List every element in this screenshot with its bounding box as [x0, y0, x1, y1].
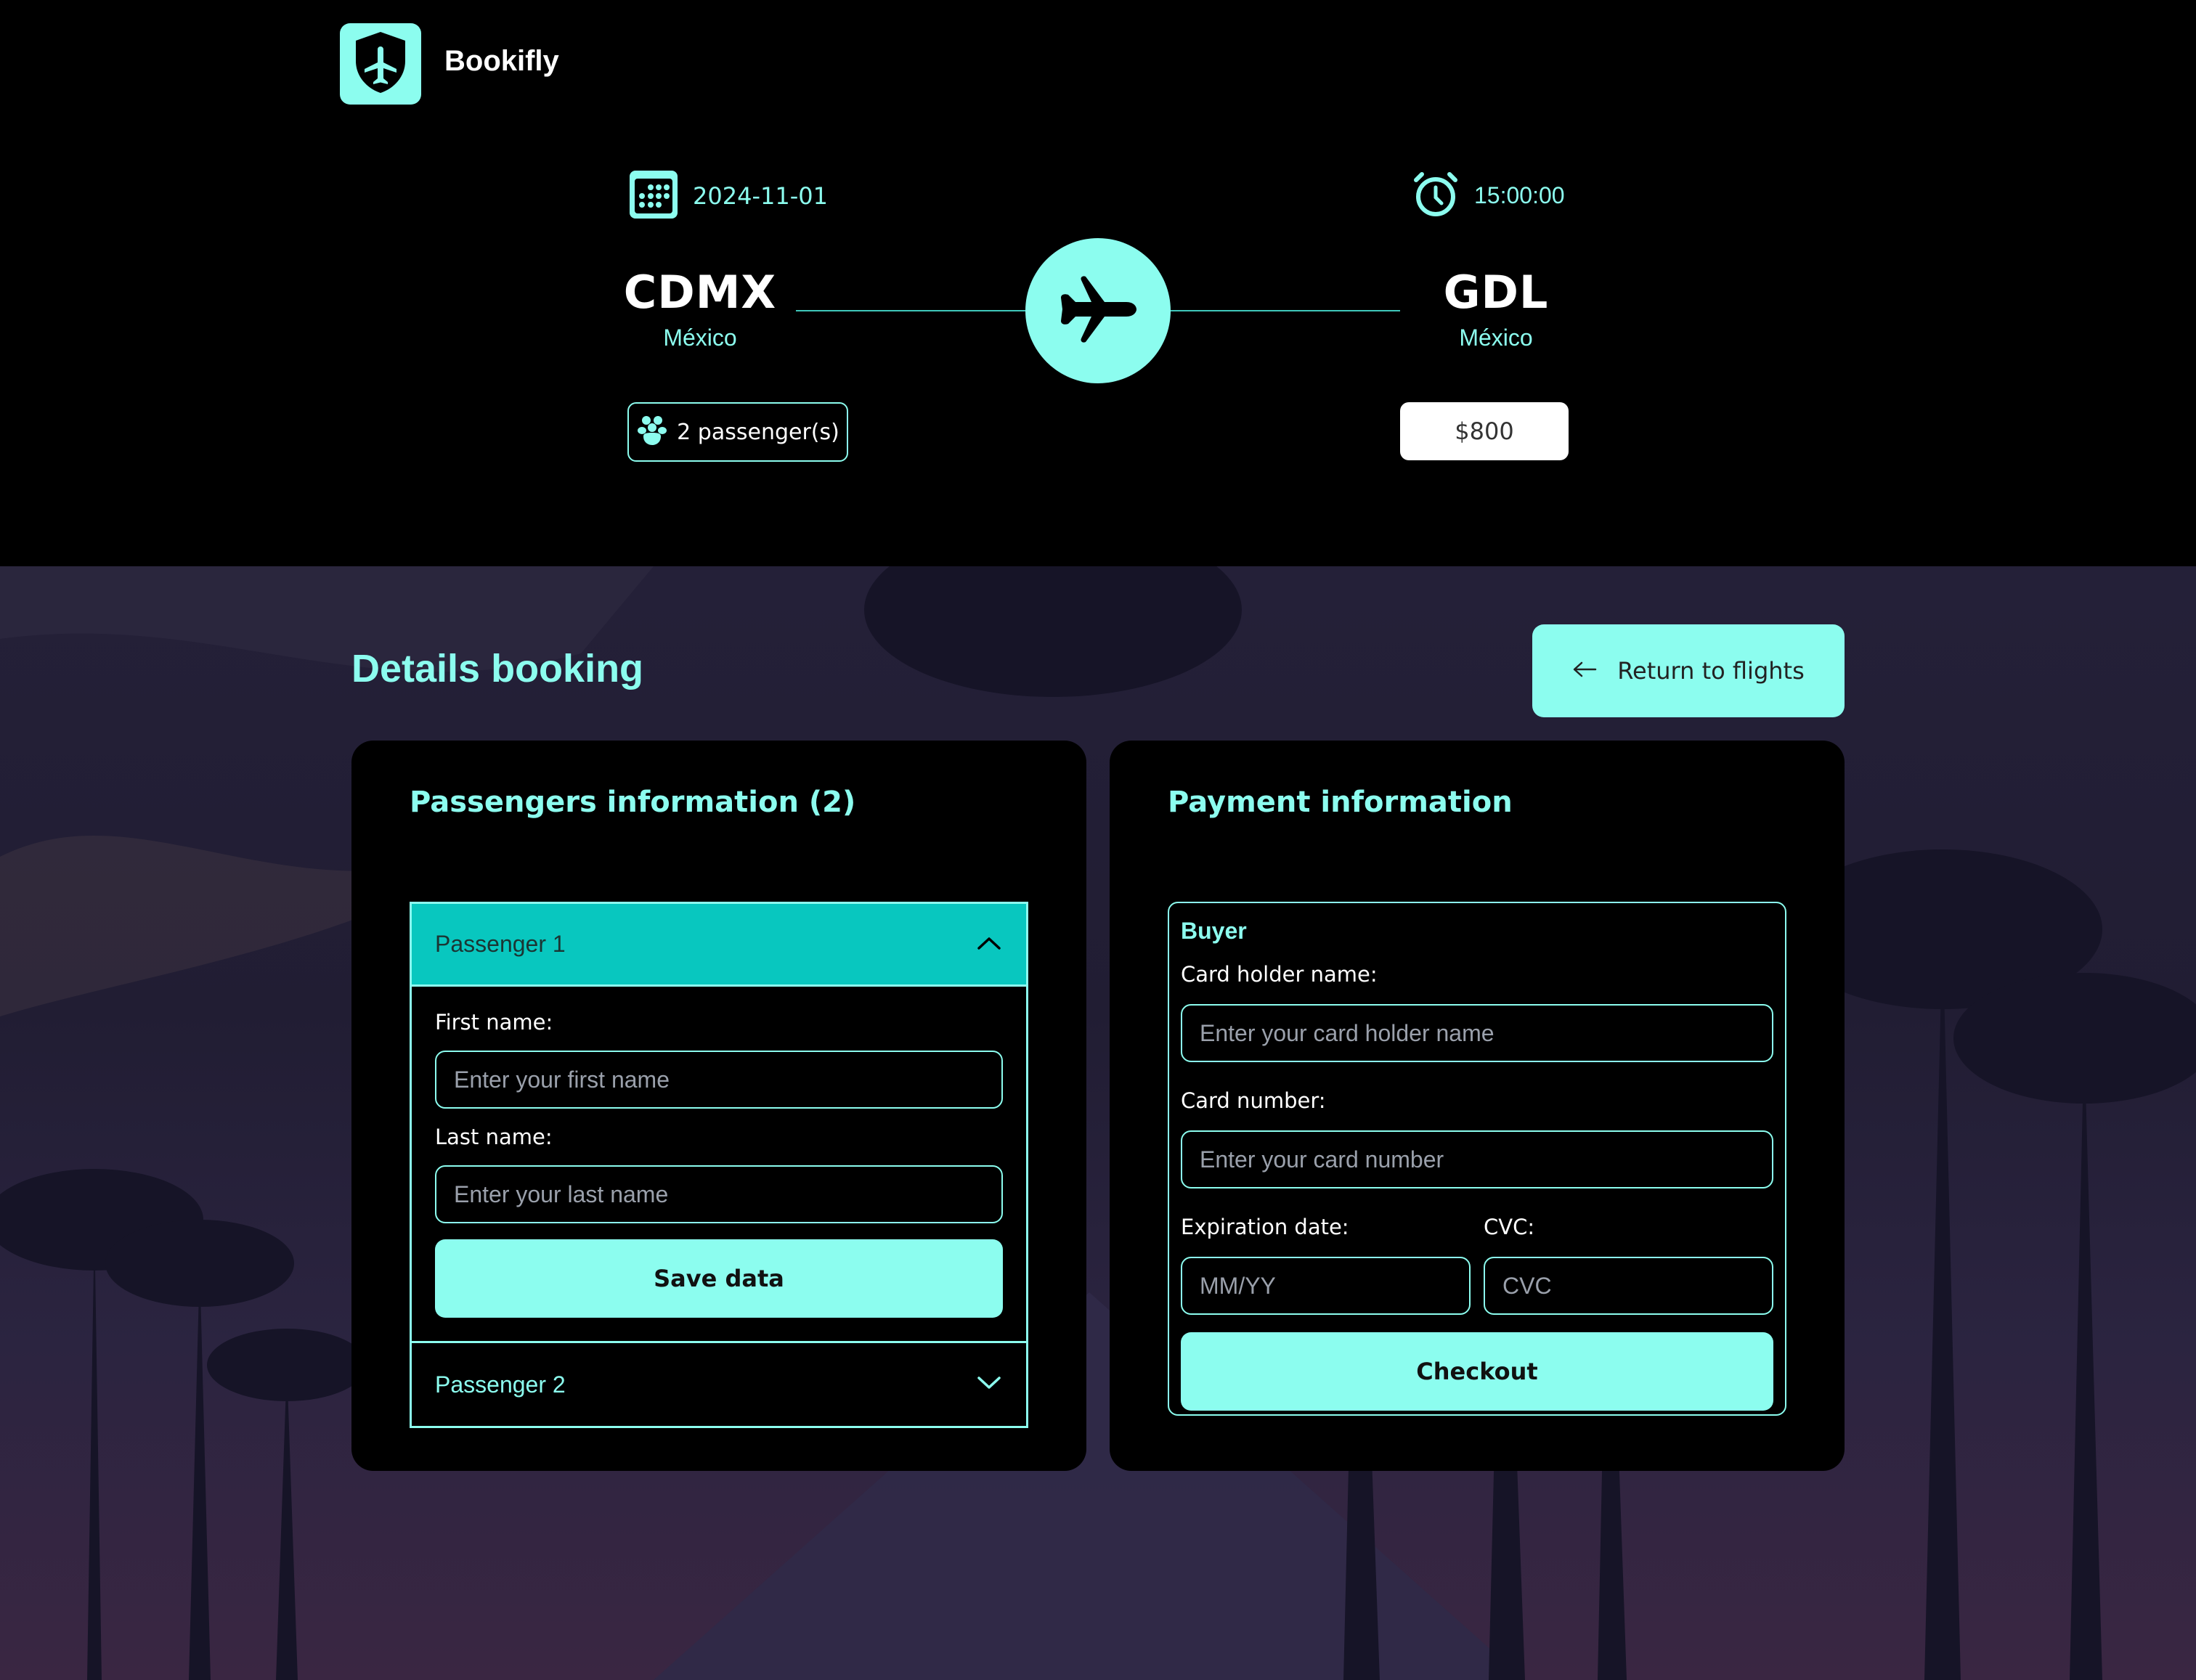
- price-badge: $800: [1400, 402, 1569, 460]
- passengers-accordion: Passenger 1 First name: Last name: Save …: [410, 902, 1028, 1428]
- flight-time: 15:00:00: [1412, 170, 1565, 221]
- origin-code: CDMX: [623, 266, 777, 319]
- first-name-input[interactable]: [435, 1051, 1003, 1109]
- buyer-legend: Buyer: [1181, 918, 1247, 944]
- alarm-clock-icon: [1412, 170, 1460, 221]
- destination-city: GDL México: [1409, 266, 1583, 351]
- airplane-icon: [1058, 273, 1138, 348]
- route-line-right: [1171, 310, 1400, 311]
- date-value: 2024-11-01: [693, 182, 828, 210]
- chevron-up-icon: [977, 936, 1001, 953]
- background-illustration: [0, 566, 2196, 1680]
- time-value: 15:00:00: [1474, 182, 1565, 208]
- price-value: $800: [1455, 417, 1514, 445]
- payment-title: Payment information: [1168, 786, 1513, 819]
- passenger-2-label: Passenger 2: [435, 1371, 566, 1398]
- expiry-cvc-row: Expiration date: CVC:: [1181, 1215, 1773, 1332]
- first-name-label: First name:: [435, 1010, 553, 1035]
- return-button-label: Return to flights: [1617, 657, 1805, 685]
- return-to-flights-button[interactable]: Return to flights: [1532, 624, 1845, 717]
- route-line-left: [796, 310, 1025, 311]
- cvc-label: CVC:: [1484, 1215, 1535, 1239]
- passengers-badge: 2 passenger(s): [627, 402, 848, 462]
- brand-name: Bookifly: [444, 45, 559, 77]
- passenger-1-label: Passenger 1: [435, 931, 566, 957]
- expiration-input[interactable]: [1181, 1257, 1471, 1315]
- origin-country: México: [663, 325, 737, 351]
- last-name-label: Last name:: [435, 1125, 553, 1149]
- passengers-title: Passengers information (2): [410, 786, 856, 819]
- last-name-input[interactable]: [435, 1165, 1003, 1223]
- origin-city: CDMX México: [613, 266, 787, 351]
- passengers-card: Passengers information (2) Passenger 1 F…: [351, 741, 1086, 1471]
- expiration-label: Expiration date:: [1181, 1215, 1349, 1239]
- cvc-input[interactable]: [1484, 1257, 1773, 1315]
- shield-plane-icon: [351, 29, 410, 99]
- brand-logo[interactable]: [340, 23, 421, 105]
- passengers-count: 2 passenger(s): [677, 419, 839, 445]
- calendar-icon: [627, 168, 680, 224]
- flight-date: 2024-11-01: [627, 168, 828, 224]
- card-number-input[interactable]: [1181, 1130, 1773, 1188]
- flight-summary-header: Bookifly 2024-11-01 15:00:00 CDMX México…: [0, 0, 2196, 566]
- chevron-down-icon: [977, 1376, 1001, 1393]
- checkout-button[interactable]: Checkout: [1181, 1332, 1773, 1411]
- card-number-label: Card number:: [1181, 1088, 1326, 1113]
- passenger-1-header[interactable]: Passenger 1: [412, 904, 1026, 987]
- page-title: Details booking: [351, 647, 644, 690]
- passenger-2-header[interactable]: Passenger 2: [412, 1343, 1026, 1426]
- card-holder-label: Card holder name:: [1181, 962, 1378, 987]
- group-icon: [636, 415, 668, 449]
- buyer-fieldset: Buyer Card holder name: Card number: Exp…: [1168, 902, 1786, 1416]
- card-holder-input[interactable]: [1181, 1004, 1773, 1062]
- payment-card: Payment information Buyer Card holder na…: [1110, 741, 1845, 1471]
- destination-code: GDL: [1443, 266, 1549, 319]
- plane-badge: [1025, 238, 1171, 383]
- save-data-button[interactable]: Save data: [435, 1239, 1003, 1318]
- arrow-left-icon: [1572, 661, 1597, 681]
- passenger-1-form: First name: Last name: Save data: [412, 987, 1026, 1343]
- destination-country: México: [1459, 325, 1533, 351]
